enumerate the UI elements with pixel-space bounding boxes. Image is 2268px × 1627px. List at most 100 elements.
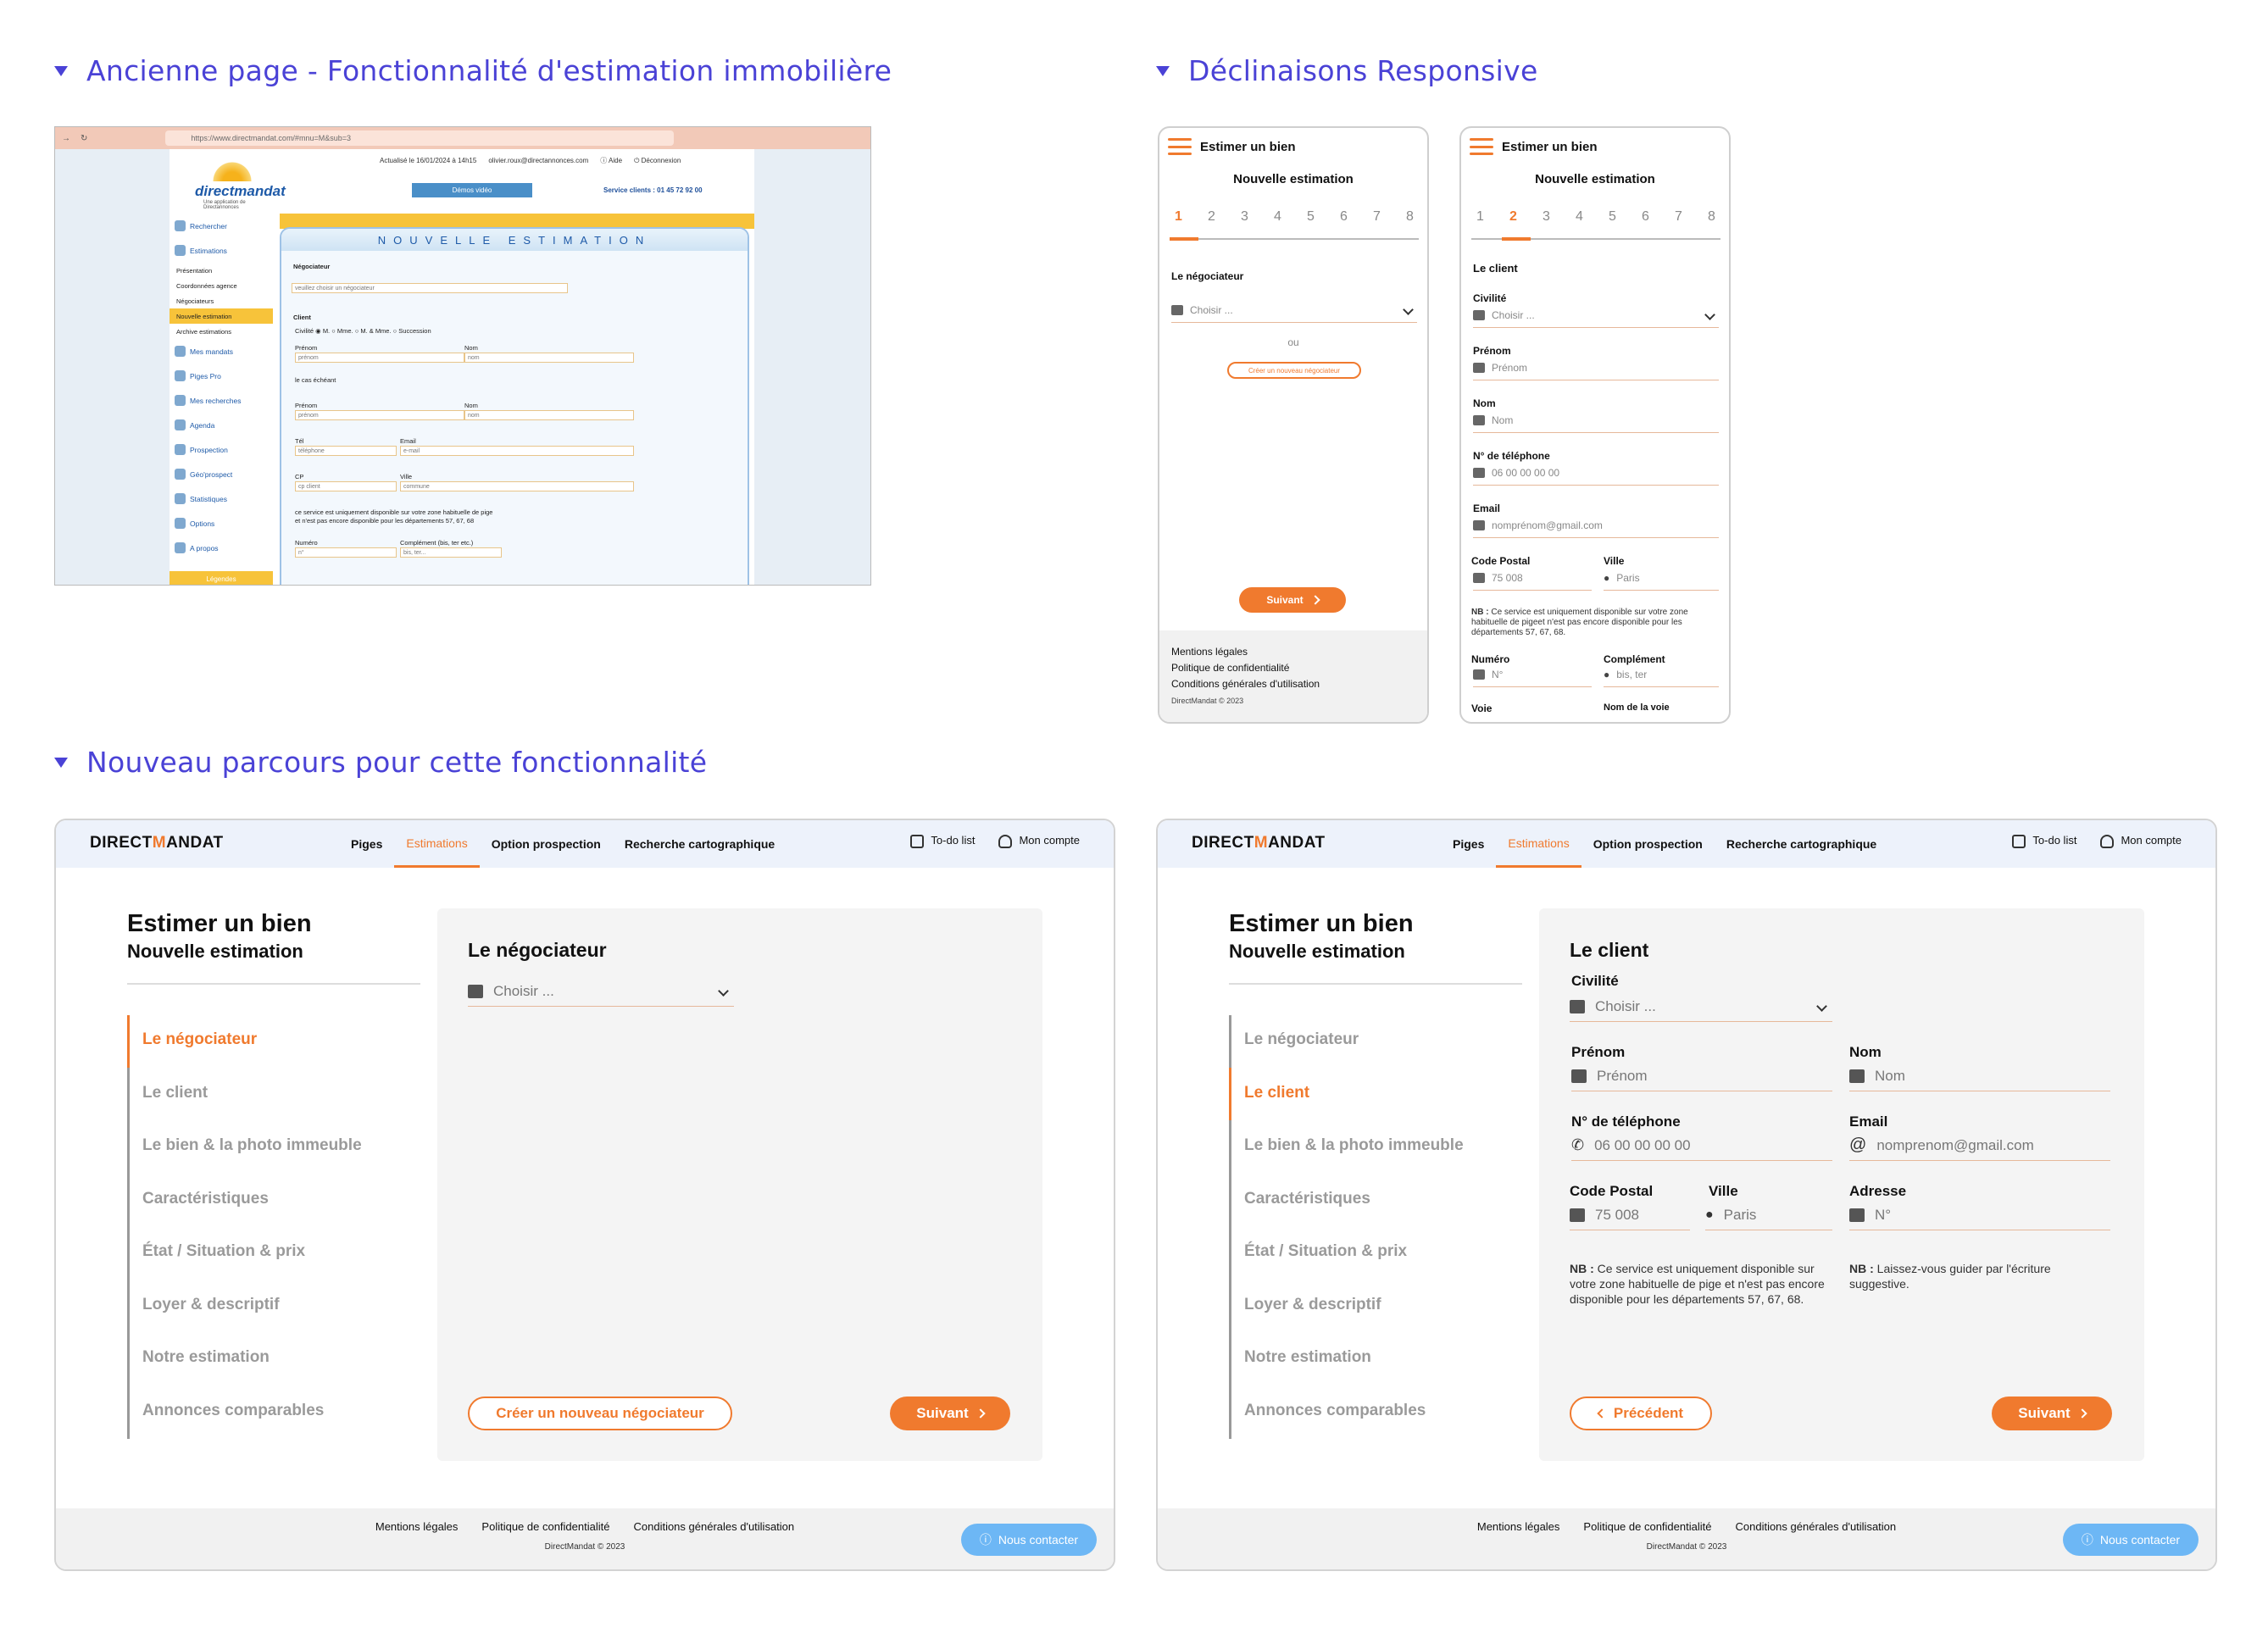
next-button[interactable]: Suivant <box>1239 587 1346 613</box>
ville-input[interactable]: ● Paris <box>1604 565 1719 591</box>
ville-input[interactable]: ● Paris <box>1705 1200 1832 1230</box>
numero-input[interactable]: N° <box>1473 662 1592 687</box>
old-side-item[interactable]: A propos <box>170 536 273 560</box>
menu-icon[interactable] <box>1470 138 1493 155</box>
demos-button[interactable]: Démos vidéo <box>412 183 532 197</box>
caret-down-icon[interactable] <box>54 757 68 768</box>
civilite-select[interactable]: Choisir ... <box>1570 991 1832 1022</box>
old-side-item[interactable]: Géo'prospect <box>170 462 273 486</box>
step-loyer[interactable]: Loyer & descriptif <box>1244 1296 1381 1314</box>
old-email-input[interactable]: e-mail <box>400 446 634 456</box>
account-link[interactable]: Mon compte <box>998 834 1080 848</box>
adresse-input[interactable]: N° <box>1849 1200 2110 1230</box>
step-annonces[interactable]: Annonces comparables <box>142 1402 324 1420</box>
email-input[interactable]: nomprénom@gmail.com <box>1473 513 1719 538</box>
step-caracteristiques[interactable]: Caractéristiques <box>1244 1190 1370 1208</box>
create-negociateur-button[interactable]: Créer un nouveau négociateur <box>468 1397 732 1430</box>
pin-icon: ● <box>1604 571 1610 584</box>
old-side-item[interactable]: Piges Pro <box>170 364 273 388</box>
step-caracteristiques[interactable]: Caractéristiques <box>142 1190 269 1208</box>
nav-recherche-carto[interactable]: Recherche cartographique <box>1715 820 1888 868</box>
email-input[interactable]: @ nomprenom@gmail.com <box>1849 1130 2110 1161</box>
old-numero-input[interactable]: n° <box>295 547 397 558</box>
nom-input[interactable]: Nom <box>1473 408 1719 433</box>
reload-icon[interactable]: ↻ <box>81 134 87 143</box>
contact-button[interactable]: ⓘ Nous contacter <box>961 1524 1097 1556</box>
nav-estimations[interactable]: Estimations <box>394 820 480 868</box>
cp-input[interactable]: 75 008 <box>1473 565 1592 591</box>
old-tel-input[interactable]: téléphone <box>295 446 397 456</box>
todo-link[interactable]: To-do list <box>2012 834 2076 848</box>
old-side-sub[interactable]: Négociateurs <box>170 293 273 308</box>
negociateur-select[interactable]: Choisir ... <box>1171 297 1417 323</box>
negociateur-select[interactable]: Choisir ... <box>468 976 734 1007</box>
old-side-sub[interactable]: Présentation <box>170 263 273 278</box>
old-side-item[interactable]: Mes mandats <box>170 339 273 364</box>
old-side-sub[interactable]: Archive estimations <box>170 324 273 339</box>
old-side-sub-active[interactable]: Nouvelle estimation <box>170 308 273 324</box>
brand-logo[interactable]: DIRECTMANDAT <box>90 834 224 852</box>
step-estimation[interactable]: Notre estimation <box>142 1348 270 1367</box>
old-side-item[interactable]: Options <box>170 511 273 536</box>
step-etat[interactable]: État / Situation & prix <box>142 1242 305 1261</box>
nav-piges[interactable]: Piges <box>1441 820 1496 868</box>
account-link[interactable]: Mon compte <box>2100 834 2182 848</box>
nav-estimations[interactable]: Estimations <box>1496 820 1581 868</box>
nav-recherche-carto[interactable]: Recherche cartographique <box>613 820 787 868</box>
step-negociateur[interactable]: Le négociateur <box>142 1030 257 1049</box>
tel-input[interactable]: 06 00 00 00 00 <box>1473 460 1719 486</box>
legende-bar[interactable]: Légendes <box>170 571 273 585</box>
prenom-input[interactable]: Prénom <box>1473 355 1719 380</box>
step-client[interactable]: Le client <box>142 1084 208 1102</box>
complement-input[interactable]: ● bis, ter <box>1604 662 1719 687</box>
old-nom-input[interactable]: nom <box>464 353 634 363</box>
step-etat[interactable]: État / Situation & prix <box>1244 1242 1407 1261</box>
nom-input[interactable]: Nom <box>1849 1061 2110 1091</box>
todo-link[interactable]: To-do list <box>910 834 975 848</box>
old-side-item[interactable]: Estimations <box>170 238 273 263</box>
old-side-item[interactable]: Rechercher <box>170 214 273 238</box>
step-estimation[interactable]: Notre estimation <box>1244 1348 1371 1367</box>
step-negociateur[interactable]: Le négociateur <box>1244 1030 1359 1049</box>
tel-input[interactable]: ✆ 06 00 00 00 00 <box>1571 1130 1832 1161</box>
civilite-select[interactable]: Choisir ... <box>1473 303 1719 328</box>
old-negociateur-select[interactable]: veuillez choisir un négociateur <box>292 283 568 293</box>
old-cp-input[interactable]: cp client <box>295 481 397 491</box>
old-prenom-input[interactable]: prénom <box>295 353 464 363</box>
old-nom2-input[interactable]: nom <box>464 410 634 420</box>
step-client[interactable]: Le client <box>1244 1084 1309 1102</box>
caret-down-icon[interactable] <box>54 65 68 76</box>
old-side-sub[interactable]: Coordonnées agence <box>170 278 273 293</box>
old-side-item[interactable]: Mes recherches <box>170 388 273 413</box>
nav-piges[interactable]: Piges <box>339 820 394 868</box>
menu-icon[interactable] <box>1168 138 1192 155</box>
right-menu: To-do list Mon compte <box>910 834 1080 848</box>
nav-option-prospection[interactable]: Option prospection <box>1581 820 1715 868</box>
create-negociateur-button[interactable]: Créer un nouveau négociateur <box>1227 362 1361 379</box>
id-card-icon <box>1849 1069 1865 1083</box>
contact-button[interactable]: ⓘ Nous contacter <box>2063 1524 2199 1556</box>
step-loyer[interactable]: Loyer & descriptif <box>142 1296 280 1314</box>
prenom-input[interactable]: Prénom <box>1571 1061 1832 1091</box>
help-circle-icon: ⓘ <box>979 1533 992 1546</box>
url-bar[interactable]: https://www.directmandat.com/#mnu=M&sub=… <box>165 130 675 146</box>
step-bien[interactable]: Le bien & la photo immeuble <box>1244 1136 1464 1155</box>
nav-option-prospection[interactable]: Option prospection <box>480 820 613 868</box>
logout-link[interactable]: ⏻ Déconnexion <box>634 157 681 165</box>
old-prenom2-input[interactable]: prénom <box>295 410 464 420</box>
help-link[interactable]: ⓘ Aide <box>600 156 622 165</box>
cp-input[interactable]: 75 008 <box>1570 1200 1690 1230</box>
step-annonces[interactable]: Annonces comparables <box>1244 1402 1426 1420</box>
old-side-item[interactable]: Prospection <box>170 437 273 462</box>
old-side-item[interactable]: Agenda <box>170 413 273 437</box>
step-bien[interactable]: Le bien & la photo immeuble <box>142 1136 362 1155</box>
old-ville-input[interactable]: commune <box>400 481 634 491</box>
back-icon[interactable]: → <box>62 134 70 143</box>
previous-button[interactable]: Précédent <box>1570 1397 1712 1430</box>
next-button[interactable]: Suivant <box>890 1397 1010 1430</box>
caret-down-icon[interactable] <box>1156 65 1170 76</box>
next-button[interactable]: Suivant <box>1992 1397 2112 1430</box>
old-side-item[interactable]: Statistiques <box>170 486 273 511</box>
brand-logo[interactable]: DIRECTMANDAT <box>1192 834 1326 852</box>
old-complement-input[interactable]: bis, ter... <box>400 547 502 558</box>
